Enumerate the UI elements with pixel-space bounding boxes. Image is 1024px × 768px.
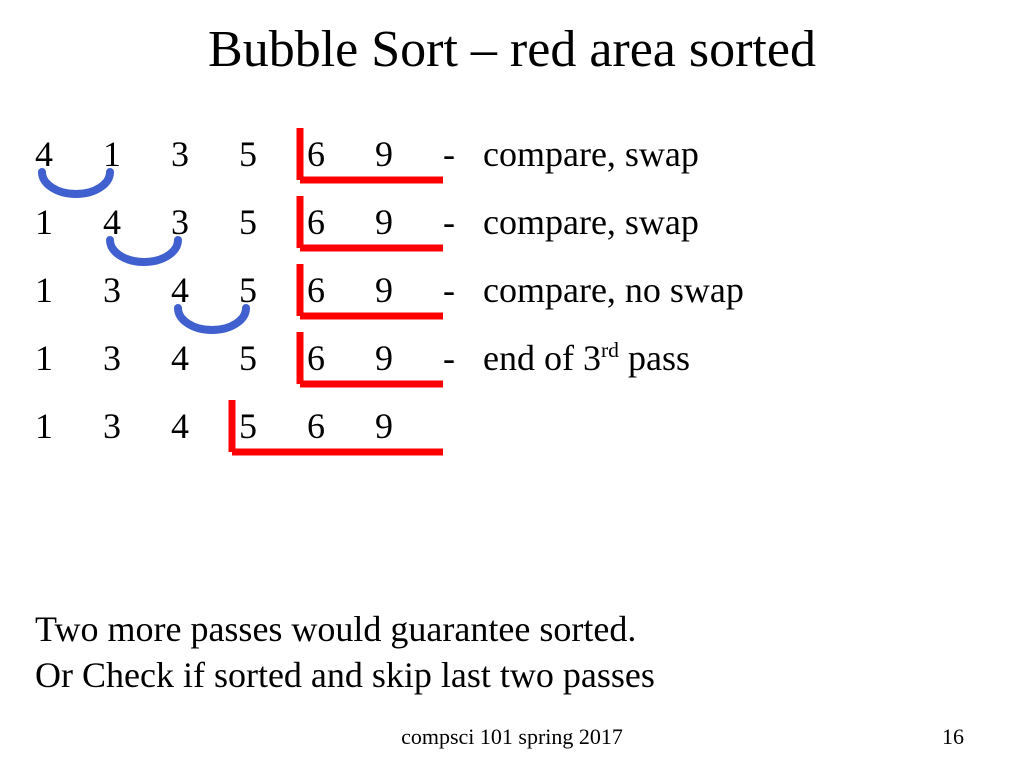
operation-label: end of 3rd pass bbox=[483, 324, 744, 392]
dash: - bbox=[443, 256, 483, 324]
cell: 3 bbox=[103, 324, 171, 392]
cell: 6 bbox=[307, 324, 375, 392]
cell: 6 bbox=[307, 392, 375, 460]
operation-label: compare, no swap bbox=[483, 256, 744, 324]
cell: 9 bbox=[375, 188, 443, 256]
footer-page-number: 16 bbox=[942, 724, 964, 750]
bubble-sort-table: 4 1 3 5 6 9 - compare, swap 1 4 3 5 6 9 … bbox=[35, 120, 744, 460]
slide-title: Bubble Sort – red area sorted bbox=[0, 20, 1024, 79]
cell: 9 bbox=[375, 256, 443, 324]
array-table: 4 1 3 5 6 9 - compare, swap 1 4 3 5 6 9 … bbox=[35, 120, 744, 460]
dash bbox=[443, 392, 483, 460]
summary-line-1: Two more passes would guarantee sorted. bbox=[35, 608, 636, 650]
cell: 6 bbox=[307, 256, 375, 324]
table-row: 1 3 4 5 6 9 bbox=[35, 392, 744, 460]
cell: 1 bbox=[35, 324, 103, 392]
cell: 9 bbox=[375, 120, 443, 188]
cell: 5 bbox=[239, 188, 307, 256]
operation-label: compare, swap bbox=[483, 120, 744, 188]
operation-label: compare, swap bbox=[483, 188, 744, 256]
cell: 4 bbox=[103, 188, 171, 256]
dash: - bbox=[443, 120, 483, 188]
footer-course: compsci 101 spring 2017 bbox=[0, 724, 1024, 750]
cell: 6 bbox=[307, 120, 375, 188]
cell: 4 bbox=[171, 392, 239, 460]
cell: 9 bbox=[375, 392, 443, 460]
table-row: 1 4 3 5 6 9 - compare, swap bbox=[35, 188, 744, 256]
cell: 6 bbox=[307, 188, 375, 256]
table-row: 1 3 4 5 6 9 - compare, no swap bbox=[35, 256, 744, 324]
cell: 5 bbox=[239, 324, 307, 392]
summary-line-2: Or Check if sorted and skip last two pas… bbox=[35, 654, 655, 696]
cell: 5 bbox=[239, 120, 307, 188]
dash: - bbox=[443, 324, 483, 392]
cell: 1 bbox=[103, 120, 171, 188]
cell: 4 bbox=[171, 256, 239, 324]
table-row: 1 3 4 5 6 9 - end of 3rd pass bbox=[35, 324, 744, 392]
cell: 5 bbox=[239, 256, 307, 324]
cell: 3 bbox=[171, 188, 239, 256]
cell: 1 bbox=[35, 256, 103, 324]
cell: 4 bbox=[171, 324, 239, 392]
dash: - bbox=[443, 188, 483, 256]
cell: 3 bbox=[171, 120, 239, 188]
table-row: 4 1 3 5 6 9 - compare, swap bbox=[35, 120, 744, 188]
cell: 4 bbox=[35, 120, 103, 188]
cell: 3 bbox=[103, 256, 171, 324]
cell: 5 bbox=[239, 392, 307, 460]
cell: 9 bbox=[375, 324, 443, 392]
operation-label bbox=[483, 392, 744, 460]
cell: 1 bbox=[35, 392, 103, 460]
cell: 3 bbox=[103, 392, 171, 460]
cell: 1 bbox=[35, 188, 103, 256]
